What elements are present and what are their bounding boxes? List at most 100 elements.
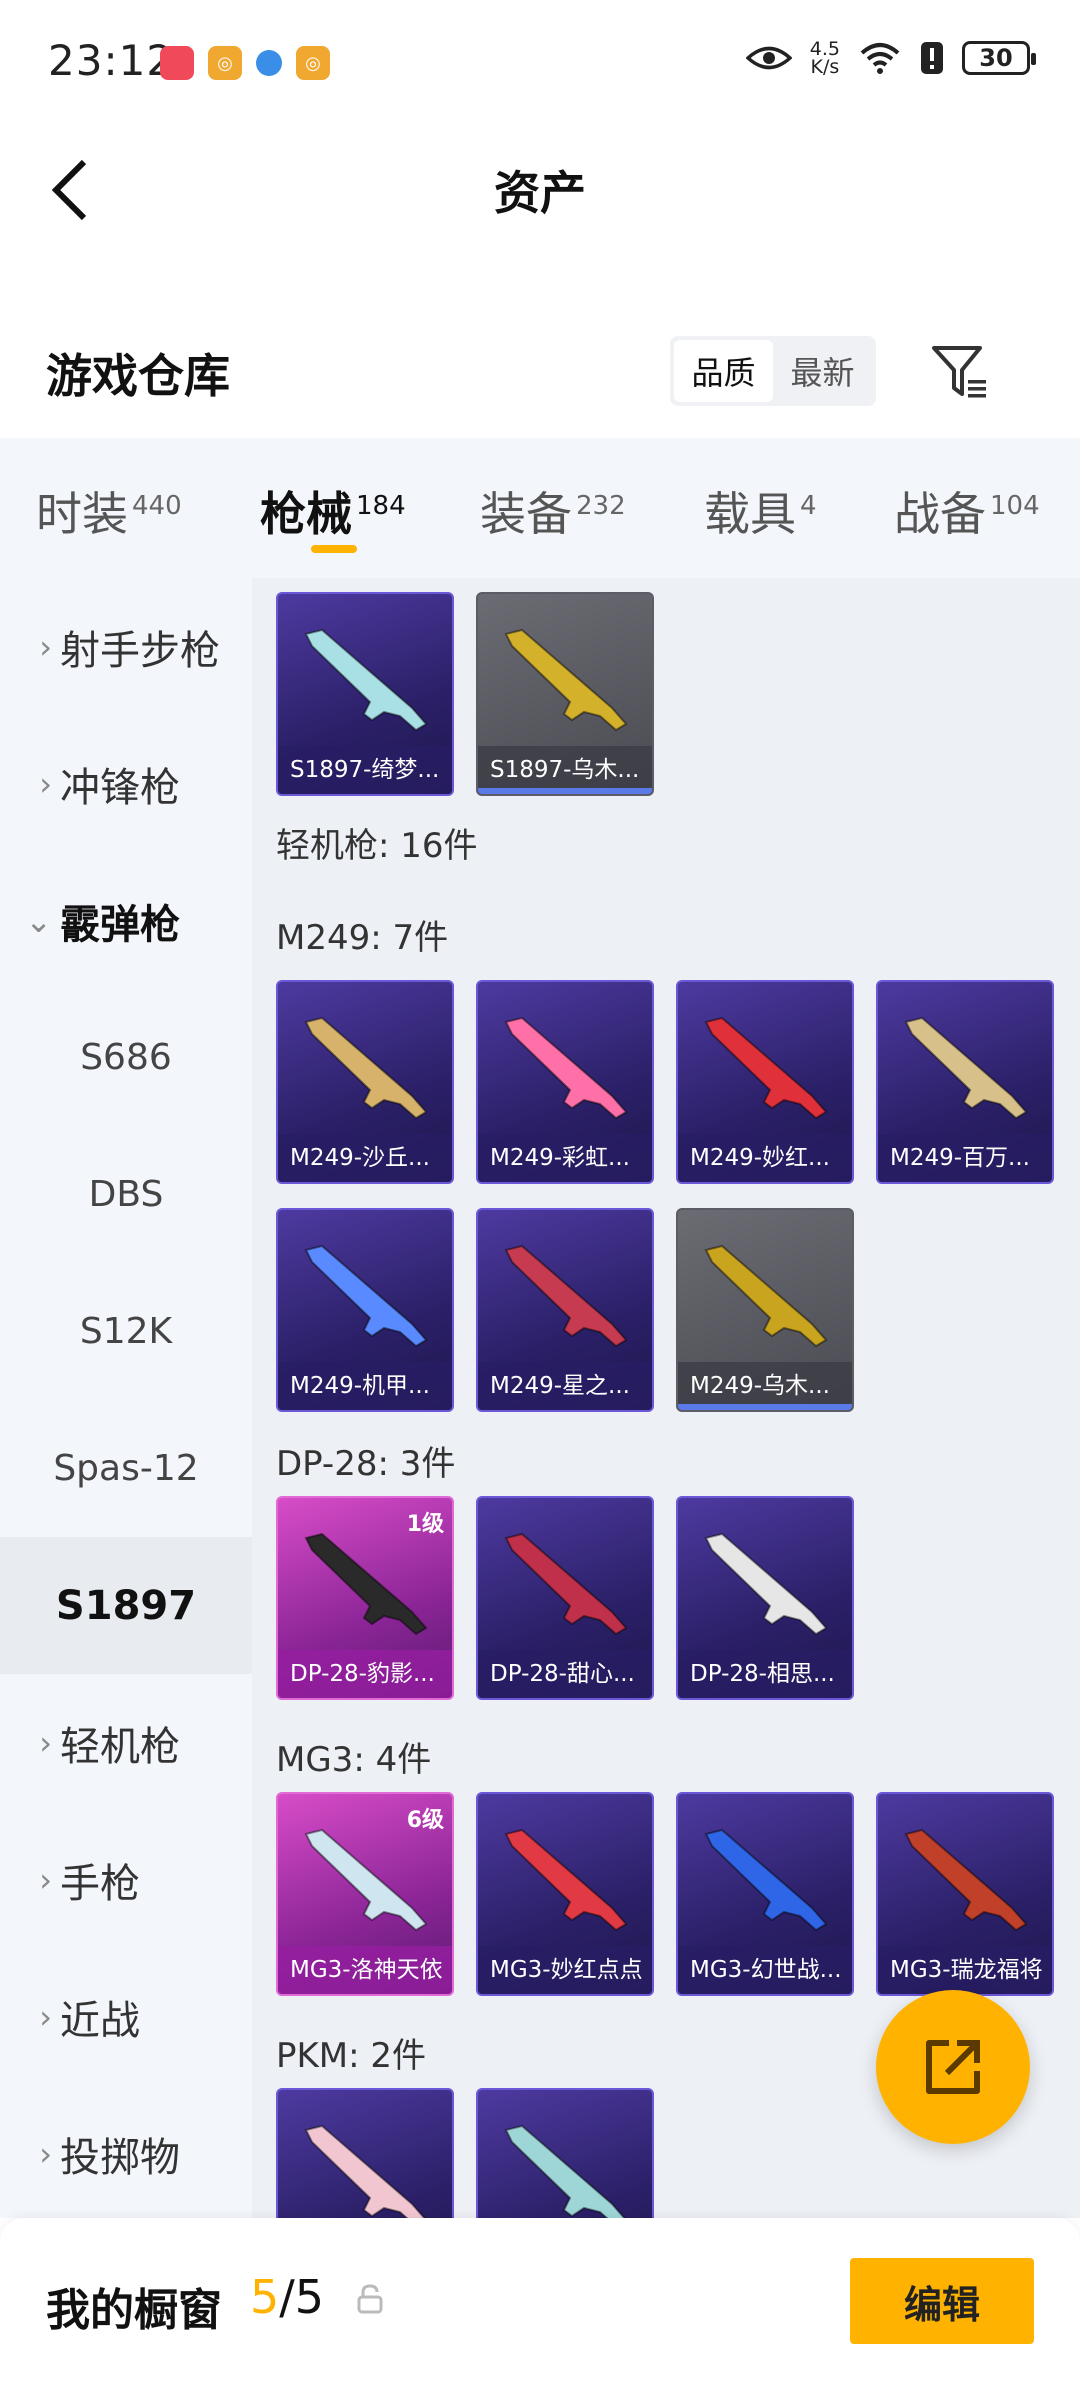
weapon-card[interactable]: M249-沙丘... [276, 980, 454, 1184]
weapon-card[interactable]: S1897-乌木... [476, 592, 654, 796]
sidebar-item-s1897[interactable]: S1897 [0, 1537, 252, 1674]
active-tab-indicator [311, 545, 357, 553]
orange-app-icon: ◎ [208, 46, 242, 80]
weapon-name: MG3-瑞龙福将 [890, 1957, 1043, 1983]
weapon-card[interactable]: M249-乌木... [676, 1208, 854, 1412]
net-speed-unit: K/s [810, 56, 840, 78]
weapon-image [704, 1016, 828, 1120]
sidebar-item-marksman-rifle[interactable]: › 射手步枪 [0, 578, 252, 715]
weapon-name: S1897-绮梦... [290, 757, 440, 783]
weapon-image [304, 1828, 428, 1932]
page-title: 资产 [494, 166, 586, 220]
weapon-image [904, 1016, 1028, 1120]
tab-label: 战备 [894, 487, 986, 541]
group-label-m249: M249: 7件 [276, 918, 449, 958]
tab-supplies[interactable]: 战备 104 [894, 478, 1040, 544]
weapon-card[interactable] [476, 2088, 654, 2218]
weapon-card[interactable]: DP-28-相思... [676, 1496, 854, 1700]
sidebar-item-s12k[interactable]: S12K [0, 1263, 252, 1400]
tab-equipment[interactable]: 装备 232 [480, 478, 626, 544]
weapon-image [304, 628, 428, 732]
sidebar-item-shotgun[interactable]: ⌄ 霰弹枪 [0, 852, 252, 989]
weapon-card[interactable]: M249-星之... [476, 1208, 654, 1412]
status-time: 23:12 [48, 36, 175, 85]
weapon-card[interactable]: MG3-幻世战... [676, 1792, 854, 1996]
weapon-level-badge: 6级 [406, 1808, 444, 1833]
tab-label: 枪械 [260, 487, 352, 541]
sidebar-item-melee[interactable]: › 近战 [0, 1948, 252, 2085]
filter-button[interactable] [930, 342, 990, 402]
edit-button[interactable]: 编辑 [850, 2258, 1034, 2344]
share-icon [926, 2040, 980, 2094]
group-label-lmg: 轻机枪: 16件 [276, 826, 478, 866]
showcase-label: 我的橱窗 [46, 2285, 222, 2336]
sort-quality-button[interactable]: 品质 [674, 340, 773, 402]
showcase-count-total: /5 [279, 2270, 325, 2324]
share-button[interactable] [876, 1990, 1030, 2144]
weapon-card[interactable] [276, 2088, 454, 2218]
section-title: 游戏仓库 [46, 349, 230, 403]
weapon-card[interactable]: 6级 MG3-洛神天依 [276, 1792, 454, 1996]
sidebar-item-label: 冲锋枪 [60, 764, 180, 811]
showcase-count: 5/5 [250, 2270, 324, 2324]
sidebar-item-pistol[interactable]: › 手枪 [0, 1811, 252, 1948]
tab-label: 装备 [480, 487, 572, 541]
chevron-right-icon: › [39, 1723, 52, 1762]
weapon-image [504, 1016, 628, 1120]
tab-fashion[interactable]: 时装 440 [36, 478, 182, 544]
chevron-right-icon: › [39, 1860, 52, 1899]
weapon-image [504, 2124, 626, 2218]
weapon-card[interactable]: 1级 DP-28-豹影... [276, 1496, 454, 1700]
tab-count: 4 [800, 490, 817, 521]
group-label-pkm: PKM: 2件 [276, 2036, 427, 2076]
sidebar-item-smg[interactable]: › 冲锋枪 [0, 715, 252, 852]
weapon-card[interactable]: MG3-瑞龙福将 [876, 1792, 1054, 1996]
weapon-card[interactable]: MG3-妙红点点 [476, 1792, 654, 1996]
weapon-name: DP-28-豹影... [290, 1661, 435, 1687]
tab-firearms[interactable]: 枪械 184 [260, 478, 406, 544]
weapon-image [704, 1532, 828, 1636]
sidebar-item-label: 近战 [60, 1997, 140, 2044]
weapon-card[interactable]: M249-机甲... [276, 1208, 454, 1412]
blue-app-icon [256, 50, 282, 76]
weapon-name: M249-百万... [890, 1145, 1030, 1171]
sidebar-item-spas-12[interactable]: Spas-12 [0, 1400, 252, 1537]
chevron-right-icon: › [39, 764, 52, 803]
sidebar-item-lmg[interactable]: › 轻机枪 [0, 1674, 252, 1811]
group-label-dp28: DP-28: 3件 [276, 1444, 456, 1484]
weapon-card[interactable]: DP-28-甜心... [476, 1496, 654, 1700]
weapon-level-badge: 1级 [406, 1512, 444, 1537]
group-label-mg3: MG3: 4件 [276, 1740, 432, 1780]
sort-newest-button[interactable]: 最新 [773, 340, 872, 402]
weapon-image [904, 1828, 1028, 1932]
filter-icon [932, 346, 986, 398]
tab-label: 载具 [704, 487, 796, 541]
weapon-name: M249-乌木... [690, 1373, 830, 1399]
weapon-image [304, 1532, 428, 1636]
weapon-name: MG3-洛神天依 [290, 1957, 443, 1983]
tab-vehicles[interactable]: 载具 4 [704, 478, 817, 544]
notification-icons: ◎ ◎ [160, 46, 330, 80]
weapon-name: MG3-幻世战... [690, 1957, 842, 1983]
weapon-image [504, 628, 628, 732]
sidebar-item-label: 射手步枪 [60, 627, 220, 674]
sidebar-item-label: 霰弹枪 [60, 901, 180, 948]
chevron-right-icon: › [39, 2134, 52, 2173]
battery-indicator: 30 [962, 41, 1036, 75]
weapon-card[interactable]: M249-妙红... [676, 980, 854, 1184]
weapon-card[interactable]: S1897-绮梦... [276, 592, 454, 796]
weapon-image [704, 1828, 828, 1932]
chevron-right-icon: › [39, 1997, 52, 2036]
sidebar-item-dbs[interactable]: DBS [0, 1126, 252, 1263]
weapon-image [504, 1828, 628, 1932]
warehouse-header: 游戏仓库 品质 最新 [0, 320, 1080, 430]
sidebar-item-label: 轻机枪 [60, 1723, 180, 1770]
weapon-image [304, 2124, 426, 2218]
red-app-icon [160, 46, 194, 80]
sidebar-item-throwable[interactable]: › 投掷物 [0, 2085, 252, 2222]
system-icons: 4.5 K/s 30 [745, 40, 1036, 78]
showcase-bar: 我的橱窗 5/5 编辑 [0, 2218, 1080, 2382]
weapon-card[interactable]: M249-百万... [876, 980, 1054, 1184]
weapon-card[interactable]: M249-彩虹... [476, 980, 654, 1184]
sidebar-item-s686[interactable]: S686 [0, 989, 252, 1126]
